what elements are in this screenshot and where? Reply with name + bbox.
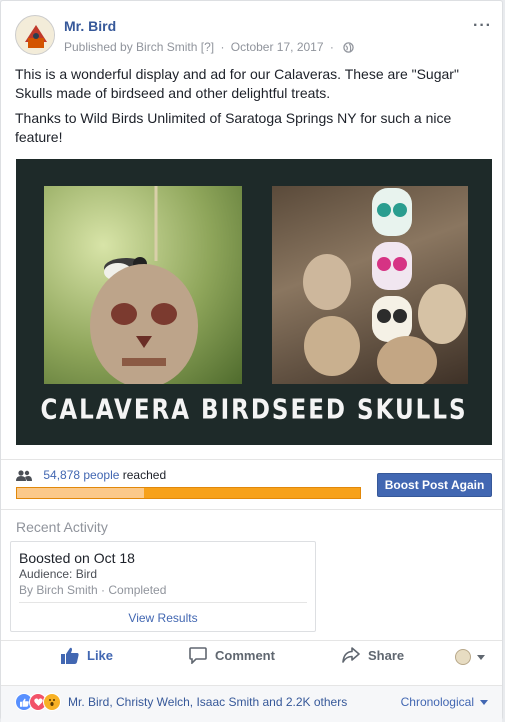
divider — [1, 509, 502, 510]
comment-icon — [189, 647, 207, 664]
post-card: Mr. Bird Published by Birch Smith [?] · … — [0, 0, 503, 722]
chevron-down-icon — [477, 654, 485, 660]
skull-feeder-photo — [44, 186, 242, 384]
chevron-down-icon — [480, 699, 488, 705]
page-name-link[interactable]: Mr. Bird — [64, 18, 116, 34]
divider — [1, 640, 502, 641]
post-date-link[interactable]: October 17, 2017 — [231, 40, 324, 54]
activity-author: By Birch Smith — [19, 583, 98, 597]
activity-card: Boosted on Oct 18 Audience: Bird By Birc… — [10, 541, 316, 632]
reach-bar-organic — [17, 488, 144, 498]
boost-post-again-button[interactable]: Boost Post Again — [377, 473, 492, 497]
reach-summary: 54,878 people reached — [16, 468, 361, 499]
activity-status: Completed — [108, 583, 167, 597]
post-actions: Like Comment Share — [1, 647, 502, 675]
post-paragraph: Thanks to Wild Birds Unlimited of Sarato… — [15, 110, 452, 145]
divider — [1, 459, 502, 460]
post-paragraph: This is a wonderful display and ad for o… — [15, 66, 459, 101]
sort-label: Chronological — [400, 695, 474, 709]
recent-activity-title: Recent Activity — [16, 519, 108, 535]
share-label: Share — [368, 647, 405, 663]
reaction-icons[interactable] — [15, 693, 61, 711]
wow-reaction-icon — [43, 693, 61, 711]
like-label: Like — [87, 648, 114, 663]
reach-count-link[interactable]: 54,878 people — [43, 468, 119, 482]
post-image[interactable]: CALAVERA BIRDSEED SKULLS — [16, 159, 492, 445]
share-icon — [342, 647, 360, 663]
comment-label: Comment — [215, 648, 275, 663]
more-options-icon[interactable]: ··· — [473, 17, 492, 35]
published-by: Published by Birch Smith — [64, 40, 198, 54]
view-results-link[interactable]: View Results — [11, 611, 315, 625]
comment-button[interactable]: Comment — [189, 647, 275, 664]
activity-title: Boosted on Oct 18 — [19, 550, 135, 566]
post-meta: Published by Birch Smith [?] · October 1… — [64, 40, 354, 56]
divider — [19, 602, 307, 603]
comment-sort-dropdown[interactable]: Chronological — [401, 695, 488, 709]
post-header: Mr. Bird Published by Birch Smith [?] · … — [15, 15, 492, 59]
post-as-selector[interactable] — [455, 649, 485, 665]
post-text: This is a wonderful display and ad for o… — [15, 65, 485, 153]
people-icon — [16, 470, 32, 484]
reach-label: reached — [122, 468, 167, 482]
thumbs-up-icon — [61, 647, 79, 664]
reactions-bar: Mr. Bird, Christy Welch, Isaac Smith and… — [1, 685, 502, 722]
help-marker[interactable]: [?] — [201, 40, 214, 54]
share-button[interactable]: Share — [342, 647, 404, 663]
activity-audience: Audience: Bird — [19, 567, 98, 581]
globe-icon[interactable] — [343, 42, 354, 56]
page-avatar[interactable] — [15, 15, 55, 55]
image-caption: CALAVERA BIRDSEED SKULLS — [40, 394, 468, 426]
reach-bar — [16, 487, 361, 499]
reaction-names-link[interactable]: Mr. Bird, Christy Welch, Isaac Smith and… — [68, 695, 347, 709]
skull-display-photo — [272, 186, 468, 384]
like-button[interactable]: Like — [61, 647, 113, 664]
activity-byline: By Birch Smith · Completed — [19, 583, 167, 597]
page-avatar-small — [455, 649, 471, 665]
